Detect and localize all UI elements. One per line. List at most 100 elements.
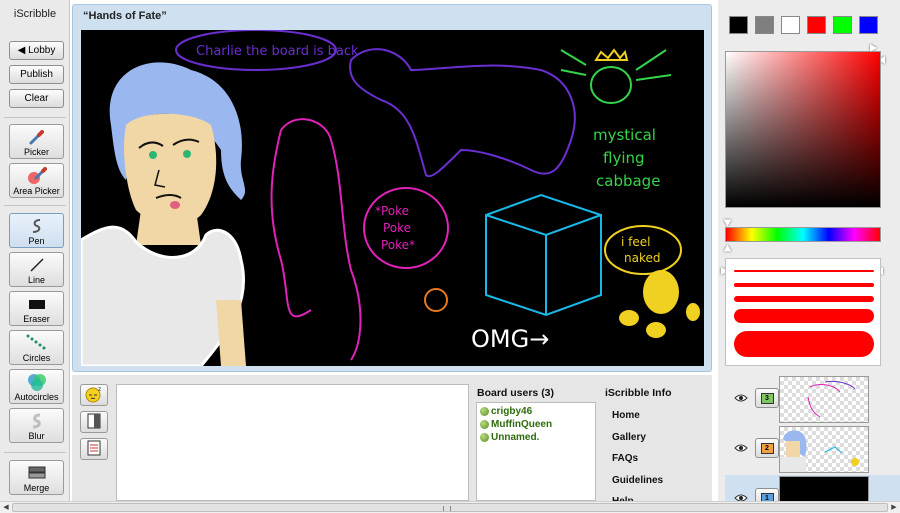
circles-icon: [10, 333, 63, 353]
link-guidelines[interactable]: Guidelines: [612, 475, 663, 497]
hue-marker-icon: [723, 219, 732, 227]
layer-thumbnail[interactable]: [779, 426, 869, 473]
user-name: crigby46: [491, 406, 533, 417]
layer-row[interactable]: 3: [725, 375, 900, 425]
poke-line-3: Poke*: [381, 238, 415, 252]
link-home[interactable]: Home: [612, 410, 663, 432]
notepad-icon: [87, 440, 101, 459]
cabbage-wings: [560, 49, 672, 81]
color-field[interactable]: [725, 51, 881, 208]
window-icon: [87, 413, 101, 432]
scroll-right-icon[interactable]: ▶: [888, 502, 900, 513]
brush-size-5[interactable]: [734, 331, 874, 357]
drawing-artwork: Charlie the board is back *Poke Poke Pok…: [79, 29, 700, 368]
swatch-black[interactable]: [729, 16, 748, 34]
notes-button[interactable]: [80, 438, 108, 460]
cyan-box: [485, 193, 602, 317]
tool-blur[interactable]: Blur: [9, 408, 64, 443]
tool-pen[interactable]: Pen: [9, 213, 64, 248]
naked-line-2: naked: [624, 251, 660, 265]
info-links: Home Gallery FAQs Guidelines Help: [612, 410, 663, 513]
cabbage-drawing: [590, 66, 632, 104]
eye-icon[interactable]: [733, 391, 749, 405]
line-icon: [10, 255, 63, 275]
horizontal-scrollbar[interactable]: ◀ ▶: [0, 501, 900, 513]
pen-icon: [10, 216, 63, 236]
blur-icon: [10, 411, 63, 431]
eraser-icon: [10, 294, 63, 314]
brush-size-3[interactable]: [734, 296, 874, 302]
toolbar-divider: [4, 452, 66, 453]
picker-icon: [10, 127, 63, 147]
pink-cat: [270, 118, 362, 361]
cabbage-line-1: mystical: [593, 126, 656, 144]
girl-face: [124, 113, 217, 225]
board-users-title: Board users (3): [477, 387, 555, 399]
naked-line-1: i feel: [621, 235, 650, 249]
brush-size-2[interactable]: [734, 283, 874, 287]
area-picker-icon: [10, 166, 63, 186]
app-title: iScribble: [13, 8, 57, 20]
user-status-icon: [480, 407, 489, 416]
swatch-green[interactable]: [833, 16, 852, 34]
tool-label: Circles: [22, 353, 51, 363]
user-item[interactable]: MuffinQueen: [480, 418, 592, 431]
right-panel: 3 2 1: [718, 0, 900, 513]
drawing-canvas[interactable]: Charlie the board is back *Poke Poke Pok…: [79, 29, 704, 368]
publish-button[interactable]: Publish: [9, 65, 64, 84]
away-status-button[interactable]: z: [80, 384, 108, 406]
layer-row[interactable]: 2: [725, 425, 900, 475]
clear-button[interactable]: Clear: [9, 89, 64, 108]
tool-circles[interactable]: Circles: [9, 330, 64, 365]
tool-label: Autocircles: [14, 392, 59, 402]
canvas-panel: “Hands of Fate” Charlie the board is bac…: [72, 4, 712, 372]
tool-eraser[interactable]: Eraser: [9, 291, 64, 326]
girl-dress: [79, 225, 246, 368]
tool-label: Merge: [23, 483, 50, 493]
naked-bubble: [604, 225, 682, 275]
brush-size-picker: [725, 258, 881, 366]
swatch-blue[interactable]: [859, 16, 878, 34]
scrollbar-thumb[interactable]: [12, 503, 888, 512]
lobby-button[interactable]: ◀ Lobby: [9, 41, 64, 60]
cookie-drawing: [424, 288, 448, 312]
layer-number: 3: [760, 392, 774, 404]
info-title: iScribble Info: [605, 387, 672, 399]
tool-picker[interactable]: Picker: [9, 124, 64, 159]
tool-autocircles[interactable]: Autocircles: [9, 369, 64, 404]
left-toolbar: iScribble ◀ Lobby Publish Clear Picker A…: [0, 0, 70, 501]
brush-size-1[interactable]: [734, 270, 874, 272]
tool-label: Pen: [28, 236, 45, 246]
merge-icon: [10, 463, 63, 483]
cabbage-line-3: cabbage: [596, 172, 660, 190]
tool-label: Line: [27, 275, 45, 285]
girl-arm: [216, 300, 246, 366]
link-faqs[interactable]: FAQs: [612, 453, 663, 475]
hue-slider[interactable]: [725, 227, 881, 242]
tool-line[interactable]: Line: [9, 252, 64, 287]
layer-number-button[interactable]: 2: [755, 438, 779, 458]
eye-icon[interactable]: [733, 441, 749, 455]
board-title: “Hands of Fate”: [83, 10, 167, 22]
tool-merge[interactable]: Merge: [9, 460, 64, 495]
brush-size-4[interactable]: [734, 309, 874, 323]
user-item[interactable]: crigby46: [480, 405, 592, 418]
user-item[interactable]: Unnamed.: [480, 431, 592, 444]
layer-number-button[interactable]: 3: [755, 388, 779, 408]
tool-label: Picker: [23, 147, 49, 157]
link-gallery[interactable]: Gallery: [612, 432, 663, 454]
chat-area[interactable]: [116, 384, 469, 501]
swatch-white[interactable]: [781, 16, 800, 34]
swatch-gray[interactable]: [755, 16, 774, 34]
swatch-red[interactable]: [807, 16, 826, 34]
scroll-left-icon[interactable]: ◀: [0, 502, 12, 513]
user-name: MuffinQueen: [491, 419, 553, 430]
cabbage-line-2: flying: [603, 149, 645, 167]
user-name: Unnamed.: [491, 432, 540, 443]
toolbar-divider: [4, 205, 66, 206]
scrollbar-grip: [443, 506, 451, 511]
tool-area-picker[interactable]: Area Picker: [9, 163, 64, 198]
layer-thumbnail[interactable]: [779, 376, 869, 423]
svg-text:z: z: [98, 386, 101, 393]
panel-toggle-button[interactable]: [80, 411, 108, 433]
